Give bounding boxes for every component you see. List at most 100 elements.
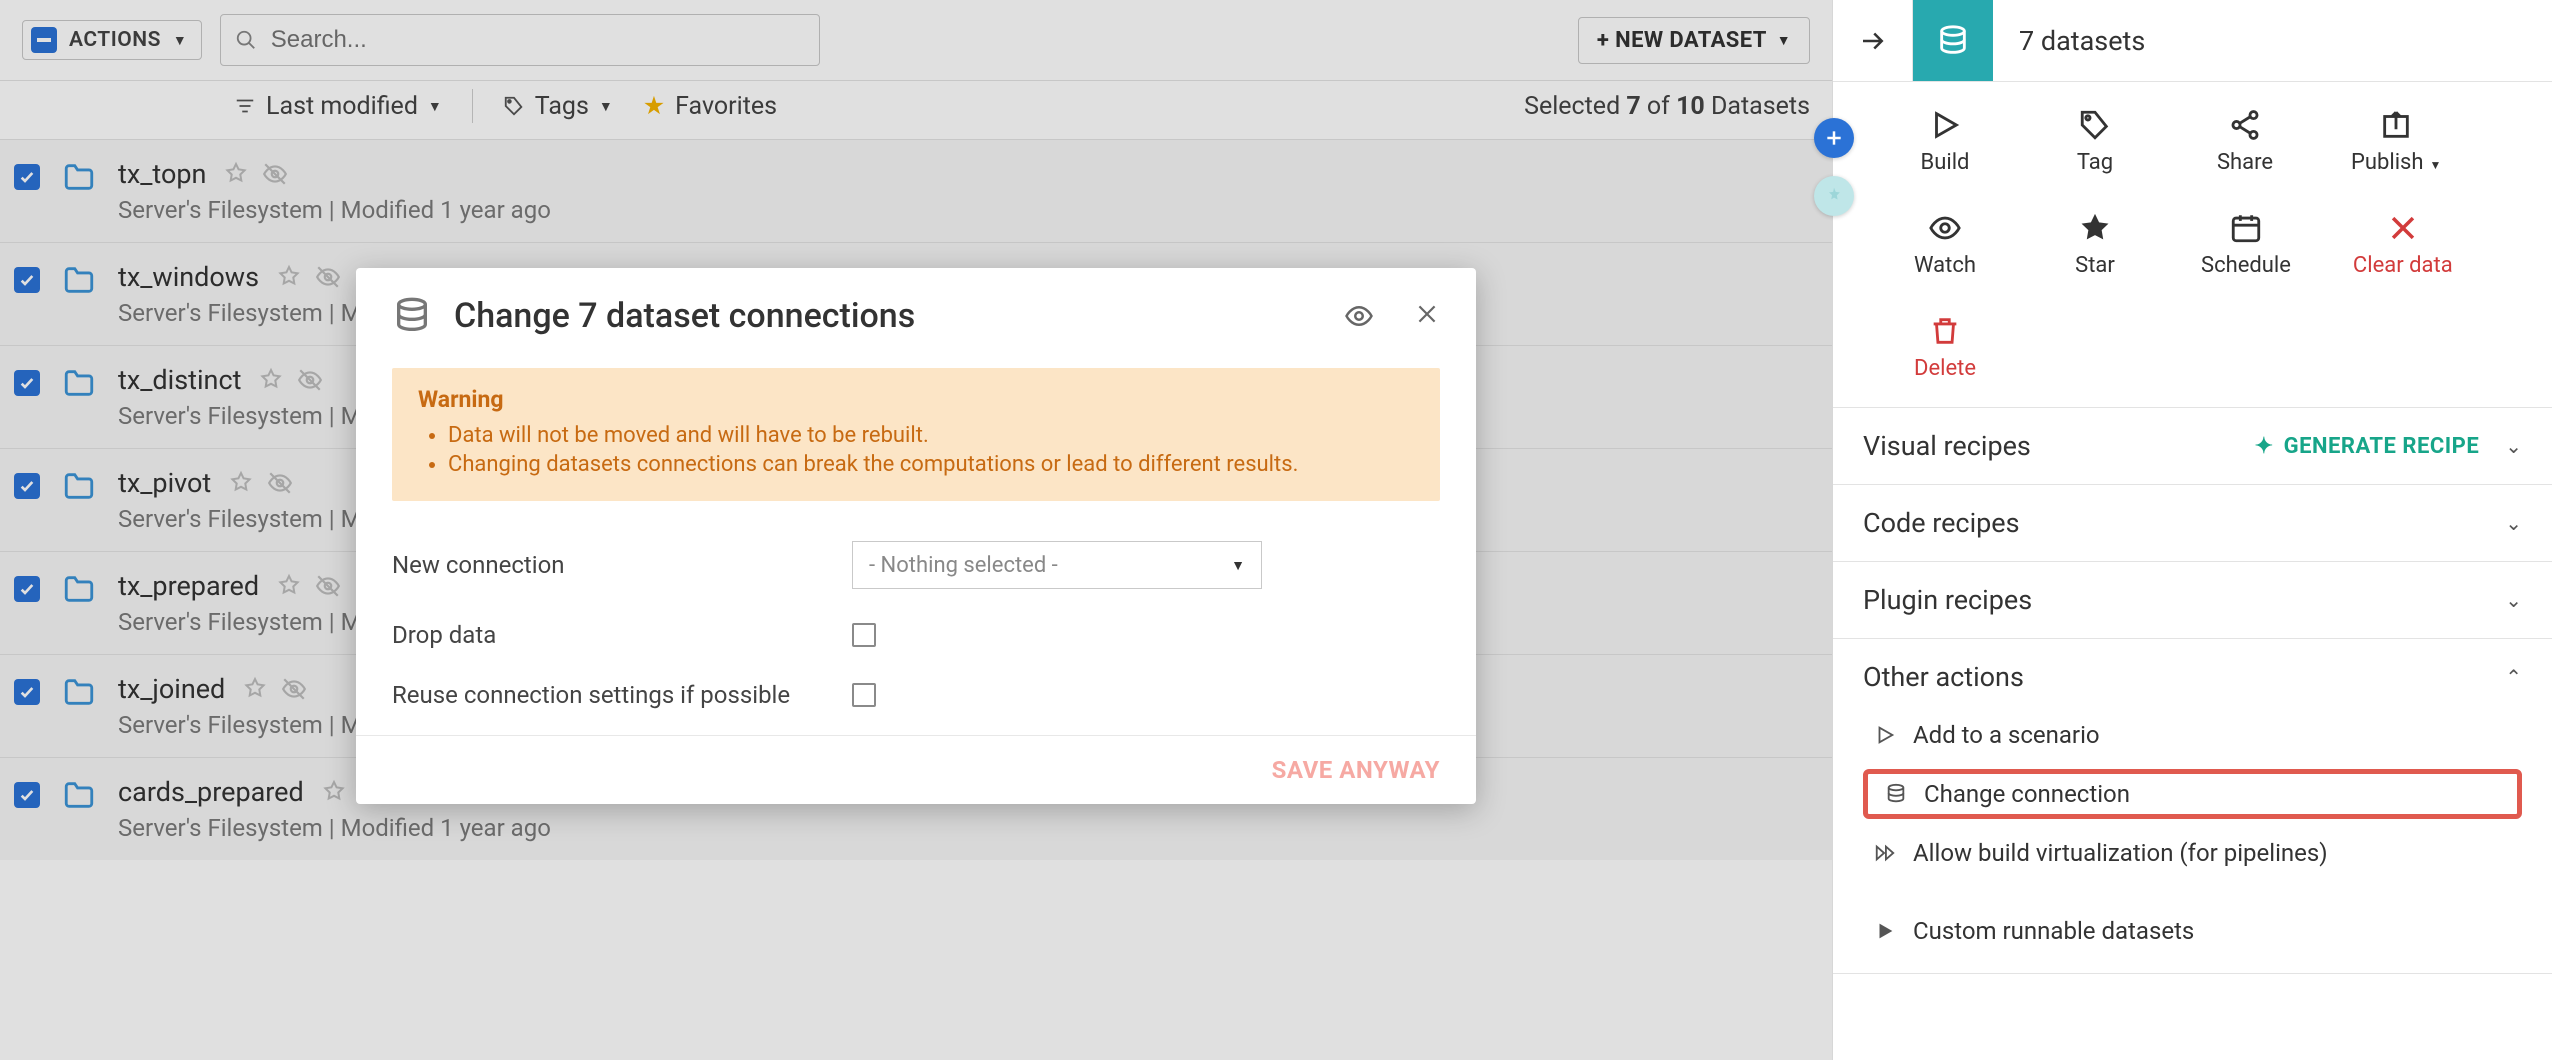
add-circle-button[interactable]: [1814, 118, 1854, 158]
database-icon: [1882, 783, 1910, 805]
panel-title: 7 datasets: [1993, 25, 2145, 57]
row-checkbox[interactable]: [14, 473, 40, 499]
eye-off-icon[interactable]: [262, 161, 288, 187]
eye-off-icon[interactable]: [315, 573, 341, 599]
custom-runnable-datasets-item[interactable]: Custom runnable datasets: [1863, 911, 2522, 951]
publish-action[interactable]: Publish▼: [2351, 108, 2441, 175]
star-outline-icon[interactable]: [259, 367, 283, 393]
new-dataset-button[interactable]: + NEW DATASET ▼: [1578, 17, 1810, 64]
eye-off-icon[interactable]: [267, 470, 293, 496]
warning-title: Warning: [418, 386, 1414, 413]
eye-off-icon[interactable]: [315, 264, 341, 290]
dataset-name: tx_distinct: [118, 364, 241, 396]
folder-icon: [62, 263, 96, 297]
caret-down-icon: ▼: [599, 98, 613, 115]
divider: [472, 89, 473, 123]
dataset-name: cards_prepared: [118, 776, 304, 808]
trash-icon: [1928, 314, 1962, 348]
share-icon: [2228, 108, 2262, 142]
chevron-down-icon: ⌄: [2505, 511, 2522, 535]
dataset-name: tx_pivot: [118, 467, 211, 499]
reuse-settings-checkbox[interactable]: [852, 683, 876, 707]
collapse-panel-button[interactable]: [1833, 0, 1913, 81]
plugin-recipes-section[interactable]: Plugin recipes ⌄: [1833, 562, 2552, 638]
row-checkbox[interactable]: [14, 164, 40, 190]
star-outline-icon[interactable]: [277, 264, 301, 290]
row-checkbox[interactable]: [14, 679, 40, 705]
select-placeholder: - Nothing selected -: [869, 553, 1058, 578]
dataset-name: tx_topn: [118, 158, 206, 190]
play-outline-icon: [1871, 724, 1899, 746]
watch-action[interactable]: Watch: [1901, 211, 1989, 278]
star-outline-icon[interactable]: [224, 161, 248, 187]
star-outline-icon[interactable]: [322, 779, 346, 805]
play-icon: [1928, 108, 1962, 142]
delete-action[interactable]: Delete: [1901, 314, 1989, 381]
folder-icon: [62, 469, 96, 503]
visual-recipes-section[interactable]: Visual recipes ✦ GENERATE RECIPE ⌄: [1833, 408, 2552, 484]
search-box[interactable]: [220, 14, 820, 66]
row-checkbox[interactable]: [14, 267, 40, 293]
floating-buttons: [1814, 118, 1854, 216]
indeterminate-checkbox-icon: [31, 27, 57, 53]
tag-icon: [503, 95, 525, 117]
tags-dropdown[interactable]: Tags ▼: [503, 92, 613, 121]
star-outline-icon[interactable]: [277, 573, 301, 599]
search-input[interactable]: [271, 26, 805, 54]
generate-recipe-button[interactable]: ✦ GENERATE RECIPE: [2255, 434, 2480, 459]
change-connection-item[interactable]: Change connection: [1878, 778, 2134, 810]
code-recipes-section[interactable]: Code recipes ⌄: [1833, 485, 2552, 561]
star-action[interactable]: Star: [2051, 211, 2139, 278]
schedule-action[interactable]: Schedule: [2201, 211, 2291, 278]
drop-data-checkbox[interactable]: [852, 623, 876, 647]
sort-dropdown[interactable]: Last modified ▼: [234, 92, 442, 121]
build-action[interactable]: Build: [1901, 108, 1989, 175]
warning-item: Data will not be moved and will have to …: [448, 423, 1414, 448]
fast-forward-icon: [1871, 842, 1899, 864]
dataset-subtitle: Server's Filesystem | Modified 1 year ag…: [118, 196, 1810, 224]
database-icon: [1913, 0, 1993, 81]
chevron-down-icon: ⌄: [2505, 434, 2522, 458]
folder-icon: [62, 572, 96, 606]
folder-icon: [62, 778, 96, 812]
eye-icon[interactable]: [1344, 301, 1374, 331]
row-checkbox[interactable]: [14, 576, 40, 602]
row-checkbox[interactable]: [14, 370, 40, 396]
star-outline-icon[interactable]: [229, 470, 253, 496]
other-actions-section[interactable]: Other actions ⌃: [1833, 639, 2552, 715]
close-icon[interactable]: [1414, 301, 1440, 331]
caret-down-icon: ▼: [2430, 158, 2442, 172]
tag-icon: [2078, 108, 2112, 142]
caret-down-icon: ▼: [428, 98, 442, 115]
right-panel: 7 datasets Build Tag Share Publish▼ Watc…: [1832, 0, 2552, 1060]
eye-off-icon[interactable]: [297, 367, 323, 393]
new-connection-select[interactable]: - Nothing selected - ▼: [852, 541, 1262, 589]
filter-bar: Last modified ▼ Tags ▼ ★ Favorites Selec…: [0, 81, 1832, 139]
allow-build-virtualization-item[interactable]: Allow build virtualization (for pipeline…: [1863, 833, 2522, 873]
secondary-circle-button[interactable]: [1814, 176, 1854, 216]
new-dataset-label: + NEW DATASET: [1597, 28, 1767, 53]
selection-summary: Selected 7 of 10 Datasets: [1524, 92, 1810, 121]
dataset-name: tx_joined: [118, 673, 225, 705]
warning-box: Warning Data will not be moved and will …: [392, 368, 1440, 501]
caret-down-icon: ▼: [1777, 32, 1791, 49]
clear-data-action[interactable]: Clear data: [2353, 211, 2453, 278]
folder-icon: [62, 160, 96, 194]
add-to-scenario-item[interactable]: Add to a scenario: [1863, 715, 2522, 755]
row-checkbox[interactable]: [14, 782, 40, 808]
change-connection-modal: Change 7 dataset connections Warning: [356, 268, 1476, 804]
drop-data-label: Drop data: [392, 621, 852, 649]
chevron-up-icon: ⌃: [2505, 665, 2522, 689]
dataset-row[interactable]: tx_topn Server's Filesystem | Modified 1…: [0, 139, 1832, 242]
eye-off-icon[interactable]: [281, 676, 307, 702]
x-icon: [2386, 211, 2420, 245]
favorites-label: Favorites: [675, 92, 777, 121]
warning-item: Changing datasets connections can break …: [448, 452, 1414, 477]
save-anyway-button[interactable]: SAVE ANYWAY: [1272, 756, 1440, 784]
tag-action[interactable]: Tag: [2051, 108, 2139, 175]
star-outline-icon[interactable]: [243, 676, 267, 702]
publish-icon: [2379, 108, 2413, 142]
favorites-filter[interactable]: ★ Favorites: [643, 91, 777, 121]
share-action[interactable]: Share: [2201, 108, 2289, 175]
actions-dropdown[interactable]: ACTIONS ▼: [22, 20, 202, 60]
